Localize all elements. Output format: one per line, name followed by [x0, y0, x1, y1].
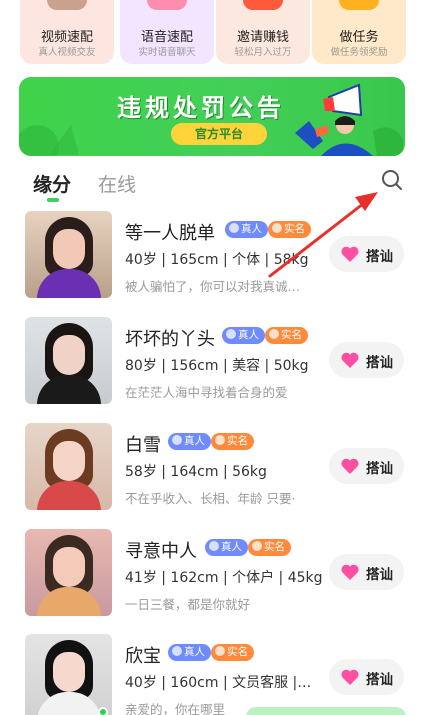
feature-cards: 视频速配 真人视频交友 语音速配 实时语音聊天 邀请赚钱 轻松月入过万 做任务 …	[0, 0, 423, 68]
user-info: 41岁 | 162cm | 个体户 | 45kg	[125, 570, 323, 586]
floating-action-hint[interactable]	[246, 707, 406, 715]
banner-title: 违规处罚公告	[117, 94, 285, 122]
feature-title: 做任务	[339, 30, 379, 45]
money-icon	[243, 0, 283, 10]
feature-subtitle: 实时语音聊天	[138, 47, 196, 58]
user-bio: 一日三餐，都是你就好	[125, 597, 251, 612]
user-name: 等一人脱单	[125, 223, 215, 244]
user-bio: 亲爱的，你在哪里	[125, 702, 226, 715]
feature-invite-earn[interactable]: 邀请赚钱 轻松月入过万	[216, 0, 310, 64]
banner-badge: 官方平台	[171, 123, 267, 145]
feature-subtitle: 轻松月入过万	[234, 47, 292, 58]
user-info: 80岁 | 156cm | 美容 | 50kg	[125, 358, 309, 374]
video-icon	[47, 0, 87, 10]
heart-icon	[341, 669, 359, 685]
user-card[interactable]: 等一人脱单 真人 实名 40岁 | 165cm | 个体 | 58kg 被人骗怕…	[0, 211, 423, 311]
greet-label: 搭讪	[366, 249, 393, 265]
verified-icon	[229, 223, 239, 233]
user-info: 40岁 | 165cm | 个体 | 58kg	[125, 252, 309, 268]
heart-icon	[341, 352, 359, 368]
user-card[interactable]: 坏坏的丫头 真人 实名 80岁 | 156cm | 美容 | 50kg 在茫茫人…	[0, 317, 423, 417]
greet-button[interactable]: 搭讪	[329, 448, 404, 484]
feature-tasks[interactable]: 做任务 做任务领奖励	[312, 0, 406, 64]
avatar[interactable]	[25, 423, 112, 510]
tab-fate[interactable]: 缘分	[33, 170, 71, 197]
user-bio: 被人骗怕了，你可以对我真诚…	[125, 279, 301, 294]
user-icon	[272, 223, 282, 233]
feature-video-match[interactable]: 视频速配 真人视频交友	[20, 0, 114, 64]
real-person-badge: 真人	[168, 644, 211, 661]
search-icon	[382, 170, 402, 190]
user-bio: 在茫茫人海中寻找着合身的爱	[125, 385, 288, 400]
greet-button[interactable]: 搭讪	[329, 236, 404, 272]
greet-label: 搭讪	[366, 672, 393, 688]
user-card[interactable]: 欣宝 真人 实名 40岁 | 160cm | 文员客服 |… 亲爱的，你在哪里 …	[0, 634, 423, 715]
real-name-badge: 实名	[265, 327, 308, 344]
greet-button[interactable]: 搭讪	[329, 342, 404, 378]
heart-icon	[341, 458, 359, 474]
avatar[interactable]	[25, 317, 112, 404]
banner-decoration-left	[19, 125, 79, 156]
avatar[interactable]	[25, 634, 112, 715]
announcement-banner[interactable]: 违规处罚公告 官方平台	[19, 77, 405, 156]
user-info: 58岁 | 164cm | 56kg	[125, 464, 267, 480]
real-person-badge: 真人	[168, 433, 211, 450]
feature-title: 邀请赚钱	[236, 30, 289, 45]
feature-subtitle: 真人视频交友	[38, 47, 96, 58]
user-card[interactable]: 白雪 真人 实名 58岁 | 164cm | 56kg 不在乎收入、长相、年龄 …	[0, 423, 423, 523]
user-name: 欣宝	[125, 646, 161, 667]
verified-icon	[226, 329, 236, 339]
greet-label: 搭讪	[366, 567, 393, 583]
user-icon	[269, 329, 279, 339]
real-person-badge: 真人	[225, 221, 268, 238]
tab-bar: 缘分 在线	[0, 168, 423, 204]
user-icon	[215, 646, 225, 656]
avatar[interactable]	[25, 529, 112, 616]
user-name: 白雪	[125, 435, 161, 456]
verified-icon	[172, 435, 182, 445]
greet-label: 搭讪	[366, 461, 393, 477]
online-indicator	[98, 707, 108, 715]
verified-icon	[172, 646, 182, 656]
verified-icon	[209, 541, 219, 551]
avatar[interactable]	[25, 211, 112, 298]
tab-online[interactable]: 在线	[98, 170, 136, 197]
heart-icon	[341, 564, 359, 580]
user-icon	[215, 435, 225, 445]
user-name: 坏坏的丫头	[125, 329, 215, 350]
real-name-badge: 实名	[211, 433, 254, 450]
megaphone-person-illustration	[295, 83, 403, 156]
greet-button[interactable]: 搭讪	[329, 554, 404, 590]
feature-title: 语音速配	[140, 30, 193, 45]
feature-subtitle: 做任务领奖励	[330, 47, 388, 58]
greet-button[interactable]: 搭讪	[329, 659, 404, 695]
real-person-badge: 真人	[205, 539, 248, 556]
feature-voice-match[interactable]: 语音速配 实时语音聊天	[120, 0, 214, 64]
user-bio: 不在乎收入、长相、年龄 只要·	[125, 491, 296, 506]
task-icon	[339, 0, 379, 10]
real-person-badge: 真人	[222, 327, 265, 344]
feature-title: 视频速配	[40, 30, 93, 45]
user-info: 40岁 | 160cm | 文员客服 |…	[125, 675, 312, 691]
user-card[interactable]: 寻意中人 真人 实名 41岁 | 162cm | 个体户 | 45kg 一日三餐…	[0, 529, 423, 629]
real-name-badge: 实名	[211, 644, 254, 661]
user-name: 寻意中人	[125, 541, 197, 562]
active-tab-indicator	[47, 198, 59, 202]
real-name-badge: 实名	[268, 221, 311, 238]
real-name-badge: 实名	[248, 539, 291, 556]
app-screen: 视频速配 真人视频交友 语音速配 实时语音聊天 邀请赚钱 轻松月入过万 做任务 …	[0, 0, 423, 715]
user-icon	[252, 541, 262, 551]
search-button[interactable]	[380, 168, 404, 192]
greet-label: 搭讪	[366, 355, 393, 371]
heart-icon	[341, 246, 359, 262]
voice-icon	[147, 0, 187, 10]
